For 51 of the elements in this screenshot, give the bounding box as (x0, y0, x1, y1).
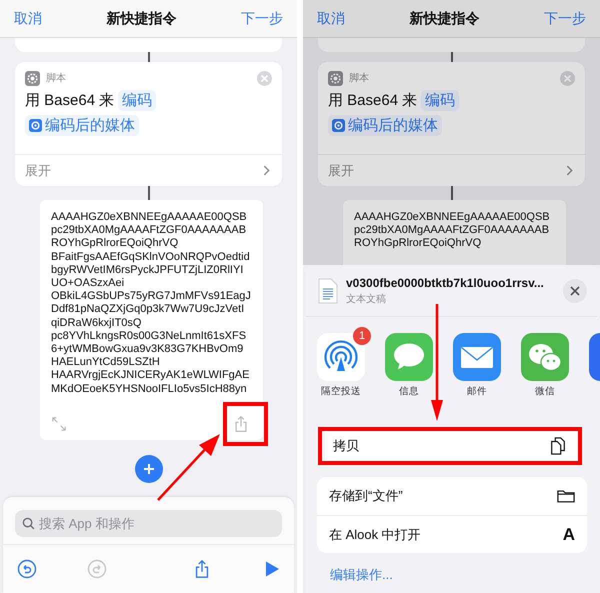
mode-parameter[interactable]: 编码 (118, 90, 156, 111)
file-type: 文本文稿 (346, 292, 387, 306)
chevron-icon (263, 165, 270, 176)
cancel-button[interactable]: 取消 (14, 10, 42, 28)
close-button[interactable] (563, 278, 587, 302)
wireless-rings-icon (317, 333, 365, 381)
search-icon (22, 517, 35, 530)
edit-actions-link[interactable]: 编辑操作... (330, 566, 393, 584)
document-icon (318, 278, 338, 304)
action-category: 脚本 (349, 72, 370, 85)
undo-icon[interactable] (17, 559, 37, 579)
output-text: AAAAHGZ0eXBNNEEgAAAAAE00QSB pc29tbXA0MgAAAAFtZGF0AAAAAAAB ROYhGpRlrorEQoiQhrVQ (354, 211, 551, 251)
highlight-frame (223, 402, 268, 446)
file-name: v0300fbe0000btktb7k1l0uoo1rrsv... (346, 276, 545, 290)
share-target[interactable]: 邮件 (446, 326, 508, 413)
variable-token[interactable]: 编码后的媒体 (25, 115, 139, 136)
chat-bubbles-icon (521, 333, 569, 381)
next-button[interactable]: 下一步 (241, 10, 283, 28)
screen-title: 新快捷指令 (410, 10, 480, 28)
app-letter-icon: A (562, 524, 575, 544)
notification-badge: 1 (353, 327, 371, 345)
output-text: AAAAHGZ0eXBNNEEgAAAAAE00QSB pc29tbXA0MgAAAAFtZGF0AAAAAAAB ROYhGpRlrorEQoiQhrVQ BFaitFgsAAEfGqSKlnVOoNRQPvOedtid bgyRWVetIM6rsPyckJPFUTZjLIZ0RlIYI UO+OASzxAei OBkiL4GSbUPs75yRG7JmMFVs91EagJ Ddf81pNaQZXjGq0p3k7Ww7U9cJzVetI qiDRaW6kxjIT0sQ pc8YVhLkngsR0s00G3NeLnmIt61sXFS 6+ytWMBowGxua9v3K83G7KHBvOm9 HAELunYtCd59LSZtH HAARVrgjEcKJNICERyAK1eWLWIFgAE MKdOEoeK5YHSNooIFLIo5vs5IcH88yn (51, 211, 252, 396)
plus-icon (142, 462, 154, 474)
next-button[interactable]: 下一步 (544, 10, 586, 28)
expand-arrows-icon[interactable] (51, 415, 67, 433)
gear-icon (25, 70, 40, 86)
app-icon[interactable] (589, 333, 600, 381)
variable-token[interactable]: 编码后的媒体 (328, 115, 442, 136)
share-target[interactable]: 信息 (378, 326, 440, 413)
chevron-icon (566, 165, 573, 176)
media-icon (332, 119, 345, 132)
search-field[interactable]: 搜索 App 和操作 (15, 510, 282, 537)
action-text: 用 Base64 来 (328, 91, 418, 110)
speech-bubble-icon (385, 333, 433, 381)
expand-row[interactable]: 展开 (15, 154, 282, 186)
mode-parameter[interactable]: 编码 (421, 90, 460, 111)
close-icon (570, 286, 580, 296)
share-target[interactable]: 1 隔空投送 (310, 326, 372, 413)
action-category: 脚本 (46, 72, 67, 85)
copy-action[interactable]: 拷贝 (325, 431, 577, 461)
expand-row[interactable]: 展开 (318, 154, 585, 186)
gear-icon (328, 70, 343, 86)
action-text: 用 Base64 来 (25, 91, 114, 110)
share-target[interactable]: 微信 (514, 326, 576, 413)
media-icon (29, 119, 42, 132)
add-action-button[interactable] (134, 454, 162, 482)
envelope-icon (453, 333, 501, 381)
cancel-button[interactable]: 取消 (317, 10, 345, 28)
share-icon[interactable] (233, 415, 249, 433)
screen-title: 新快捷指令 (106, 10, 176, 28)
copy-icon (549, 437, 567, 455)
